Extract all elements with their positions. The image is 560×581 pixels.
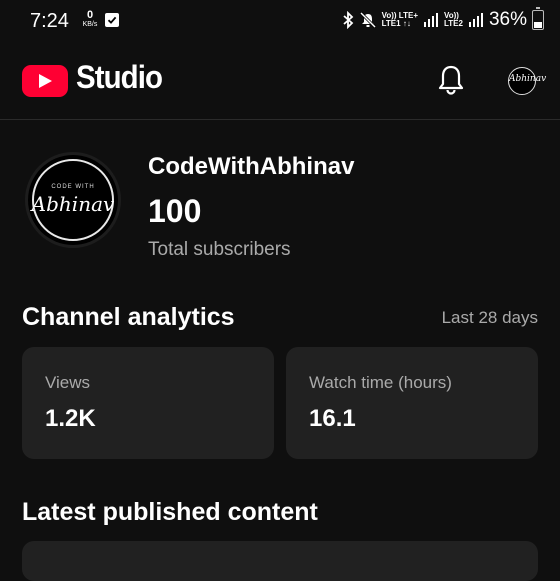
bell-icon[interactable] <box>437 64 465 96</box>
sim1-bottom-label: LTE1 ↑↓ <box>381 19 411 28</box>
app-title: Studio <box>76 59 163 95</box>
latest-content-title: Latest published content <box>22 498 318 526</box>
bluetooth-icon <box>343 11 353 29</box>
battery-icon <box>532 7 544 30</box>
avatar-caption: CODE WITH <box>51 184 95 190</box>
account-avatar-text: Abhinav <box>509 74 547 84</box>
subscriber-label: Total subscribers <box>148 239 291 260</box>
views-label: Views <box>45 373 91 392</box>
data-rate-value: 0 <box>86 9 94 21</box>
avatar-script: Abhinav <box>31 192 115 216</box>
youtube-logo-icon[interactable] <box>22 65 68 97</box>
channel-avatar[interactable]: CODE WITH Abhinav <box>28 155 118 245</box>
latest-content-card[interactable] <box>22 541 538 581</box>
header-divider <box>0 119 560 120</box>
status-time: 7:24 <box>30 10 69 32</box>
views-value: 1.2K <box>45 405 96 432</box>
account-avatar[interactable]: Abhinav <box>508 67 547 95</box>
sim1-network-label: Vo)) LTE+ LTE1 ↑↓ <box>382 12 418 28</box>
analytics-range[interactable]: Last 28 days <box>442 308 538 328</box>
status-right-icons: Vo)) LTE+ LTE1 ↑↓ Vo)) LTE2 36% <box>342 7 544 31</box>
analytics-title: Channel analytics <box>22 303 235 331</box>
watch-time-value: 16.1 <box>309 405 356 432</box>
data-rate-indicator: 0 KB/s <box>79 9 101 29</box>
watch-time-card[interactable]: Watch time (hours) 16.1 <box>286 347 538 459</box>
notification-check-icon <box>105 13 119 27</box>
signal-2-icon <box>468 13 483 27</box>
data-rate-unit: KB/s <box>82 21 98 28</box>
sim2-network-label: Vo)) LTE2 <box>444 12 463 28</box>
views-card[interactable]: Views 1.2K <box>22 347 274 459</box>
signal-1-icon <box>424 13 438 27</box>
watch-time-label: Watch time (hours) <box>309 373 452 392</box>
mute-icon <box>359 11 376 29</box>
subscriber-count: 100 <box>148 193 202 229</box>
battery-percent: 36% <box>488 9 527 30</box>
sim2-bottom-label: LTE2 <box>444 19 463 28</box>
channel-name: CodeWithAbhinav <box>148 153 355 180</box>
